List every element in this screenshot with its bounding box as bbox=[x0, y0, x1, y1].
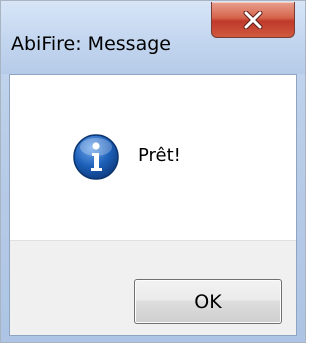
title-bar[interactable]: AbiFire: Message bbox=[1, 1, 305, 74]
close-button[interactable] bbox=[211, 2, 295, 38]
button-panel: OK bbox=[10, 240, 296, 335]
window-title: AbiFire: Message bbox=[11, 33, 171, 55]
ok-button[interactable]: OK bbox=[134, 279, 282, 324]
message-dialog-window: AbiFire: Message Prêt! OK bbox=[0, 0, 306, 343]
info-icon bbox=[72, 133, 120, 181]
dialog-client-area: Prêt! OK bbox=[9, 74, 297, 336]
message-area: Prêt! bbox=[10, 75, 296, 240]
close-icon bbox=[242, 10, 264, 29]
message-text: Prêt! bbox=[138, 145, 181, 166]
